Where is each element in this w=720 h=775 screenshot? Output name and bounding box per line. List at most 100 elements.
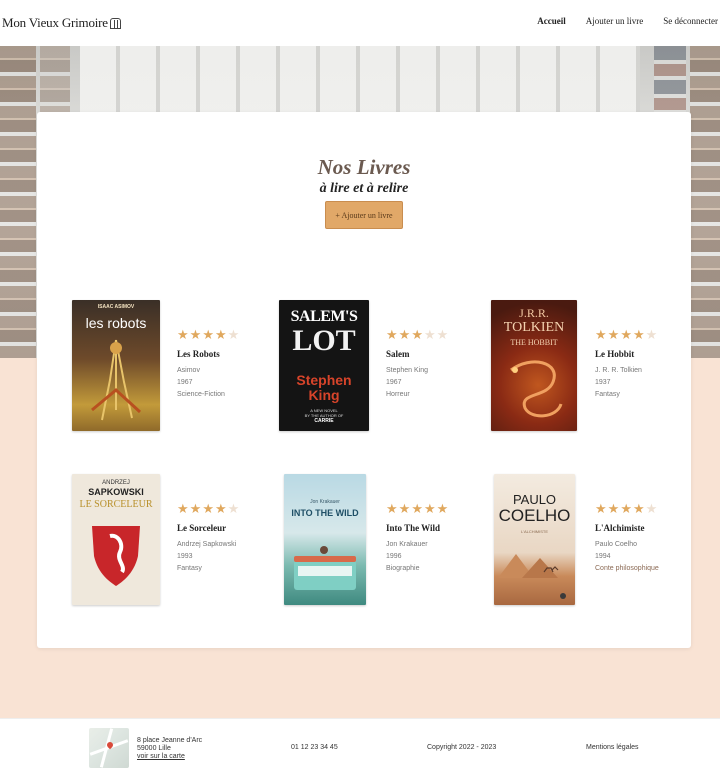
site-logo[interactable]: Mon Vieux Grimoire	[2, 15, 121, 31]
add-book-button[interactable]: + Ajouter un livre	[325, 201, 403, 229]
site-header: Mon Vieux Grimoire Accueil Ajouter un li…	[0, 0, 720, 46]
map-link[interactable]: voir sur la carte	[137, 753, 185, 760]
star-icon: ★	[632, 501, 645, 516]
star-icon: ★	[607, 501, 620, 516]
book-genre: Conte philosophique	[595, 565, 659, 572]
book-info: ★ ★ ★ ★ ★ Le Sorceleur Andrzej Sapkowski 199…	[177, 502, 239, 575]
cover-text: LOT	[292, 324, 356, 357]
book-genre: Fantasy	[177, 565, 202, 572]
book-cover[interactable]: PAULO COELHO L'ALCHIMISTE	[494, 474, 575, 605]
book-card[interactable]: ISAAC ASIMOV les robots ★ ★ ★ ★ ★ Les Robots…	[72, 300, 272, 432]
book-card[interactable]: PAULO COELHO L'ALCHIMISTE ★ ★ ★ ★ ★ L'Alchim…	[494, 474, 694, 606]
star-icon: ★	[436, 501, 449, 516]
site-footer: 8 place Jeanne d'Arc 59000 Lille voir su…	[0, 718, 720, 775]
cover-illustration	[91, 339, 142, 421]
book-card[interactable]: ANDRZEJ SAPKOWSKI LE SORCELEUR ★ ★ ★ ★ ★ Le …	[72, 474, 272, 606]
star-icon: ★	[423, 327, 436, 342]
star-icon: ★	[189, 501, 202, 516]
book-info: ★ ★ ★ ★ ★ L'Alchimiste Paulo Coelho 1994 Con…	[595, 502, 659, 575]
book-card[interactable]: J.R.R. TOLKIEN THE HOBBIT ★ ★ ★ ★ ★ Le Hobbi…	[491, 300, 691, 432]
star-icon: ★	[214, 327, 227, 342]
footer-copyright: Copyright 2022 - 2023	[427, 744, 497, 751]
cover-text: King	[308, 387, 340, 403]
book-year: 1967	[177, 379, 193, 386]
book-cover[interactable]: Jon Krakauer INTO THE WILD	[284, 474, 366, 605]
nav-ajouter-livre[interactable]: Ajouter un livre	[586, 16, 644, 26]
star-icon: ★	[386, 327, 398, 342]
book-title[interactable]: Les Robots	[177, 349, 239, 359]
logo-text: Mon Vieux Grimoire	[2, 15, 108, 30]
shield-illustration	[92, 526, 140, 586]
rating-stars: ★ ★ ★ ★ ★	[595, 328, 657, 341]
book-cover[interactable]: ANDRZEJ SAPKOWSKI LE SORCELEUR	[72, 474, 160, 605]
star-icon: ★	[202, 501, 214, 516]
star-icon: ★	[227, 327, 240, 342]
book-author: J. R. R. Tolkien	[595, 367, 642, 374]
map-thumbnail[interactable]	[89, 728, 129, 768]
books-card: Nos Livres à lire et à relire + Ajouter …	[37, 112, 691, 648]
book-title[interactable]: L'Alchimiste	[595, 523, 659, 533]
star-icon: ★	[177, 327, 189, 342]
cover-text: CARRIE	[314, 418, 334, 424]
book-title[interactable]: Into The Wild	[386, 523, 448, 533]
address-line-2: 59000 Lille	[137, 745, 171, 752]
book-year: 1996	[386, 553, 402, 560]
rating-stars: ★ ★ ★ ★ ★	[386, 502, 448, 515]
book-title[interactable]: Salem	[386, 349, 448, 359]
book-year: 1994	[595, 553, 611, 560]
star-icon: ★	[189, 327, 202, 342]
dragon-illustration	[510, 360, 563, 418]
bus-illustration	[294, 546, 356, 590]
rating-stars: ★ ★ ★ ★ ★	[386, 328, 448, 341]
star-icon: ★	[620, 501, 632, 516]
star-icon: ★	[632, 327, 645, 342]
legal-link[interactable]: Mentions légales	[586, 744, 639, 751]
page-subtitle: à lire et à relire	[319, 181, 409, 196]
book-title[interactable]: Le Sorceleur	[177, 523, 239, 533]
hero-ceiling	[80, 46, 640, 116]
footer-phone: 01 12 23 34 45	[291, 744, 338, 751]
star-icon: ★	[398, 327, 411, 342]
logo-book-icon	[109, 17, 121, 29]
star-icon: ★	[398, 501, 411, 516]
book-author: Paulo Coelho	[595, 541, 638, 548]
star-icon: ★	[607, 327, 620, 342]
rating-stars: ★ ★ ★ ★ ★	[595, 502, 659, 515]
star-icon: ★	[620, 327, 632, 342]
rating-stars: ★ ★ ★ ★ ★	[177, 502, 239, 515]
main-nav: Accueil Ajouter un livre Se déconnecter	[537, 16, 718, 26]
book-genre: Horreur	[386, 391, 410, 398]
book-author: Jon Krakauer	[386, 541, 428, 548]
book-author: Stephen King	[386, 367, 429, 374]
book-genre: Biographie	[386, 565, 420, 572]
footer-address: 8 place Jeanne d'Arc 59000 Lille voir su…	[137, 737, 202, 761]
nav-deconnexion[interactable]: Se déconnecter	[663, 16, 718, 26]
book-card[interactable]: SALEM'S LOT Stephen King A NEW NOVEL BY …	[279, 300, 479, 432]
star-icon: ★	[423, 501, 436, 516]
star-icon: ★	[202, 327, 214, 342]
pyramid-illustration	[498, 554, 566, 599]
star-icon: ★	[411, 327, 423, 342]
book-cover[interactable]: J.R.R. TOLKIEN THE HOBBIT	[491, 300, 577, 431]
book-title[interactable]: Le Hobbit	[595, 349, 657, 359]
star-icon: ★	[595, 327, 607, 342]
book-genre: Fantasy	[595, 391, 620, 398]
book-genre: Science-Fiction	[177, 391, 225, 398]
book-cover[interactable]: SALEM'S LOT Stephen King A NEW NOVEL BY …	[279, 300, 369, 431]
star-icon: ★	[645, 501, 658, 516]
star-icon: ★	[411, 501, 423, 516]
star-icon: ★	[386, 501, 398, 516]
book-year: 1993	[177, 553, 193, 560]
address-line-1: 8 place Jeanne d'Arc	[137, 737, 203, 744]
rating-stars: ★ ★ ★ ★ ★	[177, 328, 239, 341]
book-info: ★ ★ ★ ★ ★ Salem Stephen King 1967 Horreur	[386, 328, 448, 401]
book-info: ★ ★ ★ ★ ★ Into The Wild Jon Krakauer 1996 Bi…	[386, 502, 448, 575]
book-author: Asimov	[177, 367, 200, 374]
book-card[interactable]: Jon Krakauer INTO THE WILD ★ ★ ★ ★ ★ Into Th…	[284, 474, 484, 606]
book-info: ★ ★ ★ ★ ★ Les Robots Asimov 1967 Science-Fic…	[177, 328, 239, 401]
star-icon: ★	[436, 327, 449, 342]
hero-shelf-left	[0, 46, 36, 358]
star-icon: ★	[214, 501, 227, 516]
nav-accueil[interactable]: Accueil	[537, 16, 566, 26]
book-cover[interactable]: ISAAC ASIMOV les robots	[72, 300, 160, 431]
